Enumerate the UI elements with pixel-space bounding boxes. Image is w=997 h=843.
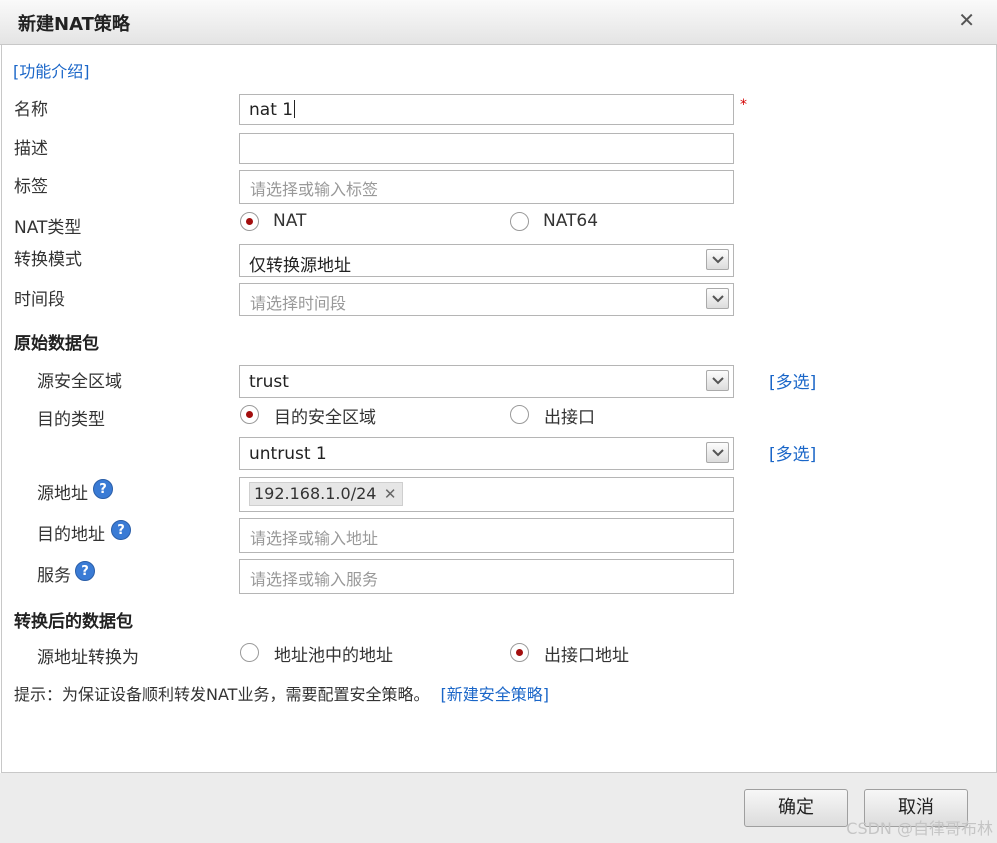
tag-placeholder: 请选择或输入标签 [250,180,379,199]
chevron-down-icon[interactable] [706,370,729,391]
chevron-down-icon[interactable] [706,442,729,463]
mode-value: 仅转换源地址 [249,256,351,276]
destination-address-label: 目的地址 [37,525,105,545]
source-zone-select[interactable]: trust [239,365,734,398]
remove-tag-icon[interactable]: ✕ [384,483,397,505]
hint-message: 提示：为保证设备顺利转发NAT业务，需要配置安全策略。 [14,685,430,704]
service-input[interactable]: 请选择或输入服务 [239,559,734,594]
source-zone-value: trust [249,372,289,392]
text-cursor [294,100,296,118]
service-placeholder: 请选择或输入服务 [250,570,379,589]
source-translation-label: 源地址转换为 [37,648,139,668]
time-range-label: 时间段 [14,290,65,310]
destination-type-option-interface: 出接口 [544,408,595,428]
description-input[interactable] [239,133,734,164]
nat-type-option-nat64: NAT64 [543,211,599,231]
destination-zone-select[interactable]: untrust 1 [239,437,734,470]
help-icon[interactable]: ? [111,520,131,540]
source-zone-label: 源安全区域 [37,372,122,392]
description-label: 描述 [14,139,48,159]
dialog-footer: 确定 取消 CSDN @自律哥布林 [0,773,997,843]
hint-text: 提示：为保证设备顺利转发NAT业务，需要配置安全策略。 [新建安全策略] [14,681,549,705]
source-zone-multi-select-link[interactable]: [多选] [769,368,816,393]
service-label: 服务 [37,566,71,586]
source-translation-option-interface: 出接口地址 [544,646,629,666]
nat-type-radio-nat64[interactable] [510,212,529,231]
name-input[interactable]: nat 1 [239,94,734,125]
mode-select[interactable]: 仅转换源地址 [239,244,734,277]
source-address-input[interactable]: 192.168.1.0/24 ✕ [239,477,734,512]
destination-type-option-zone: 目的安全区域 [274,408,376,428]
time-range-placeholder: 请选择时间段 [250,294,347,313]
original-packet-section-title: 原始数据包 [14,334,99,354]
source-translation-radio-interface[interactable] [510,643,529,662]
name-label: 名称 [14,100,48,120]
source-address-tag-value: 192.168.1.0/24 [254,484,377,503]
destination-zone-value: untrust 1 [249,444,327,464]
help-icon[interactable]: ? [75,561,95,581]
destination-type-label: 目的类型 [37,410,105,430]
destination-address-placeholder: 请选择或输入地址 [250,529,379,548]
name-value: nat 1 [249,100,294,120]
source-translation-radio-pool[interactable] [240,643,259,662]
dialog-titlebar: 新建NAT策略 ✕ [0,0,997,45]
watermark: CSDN @自律哥布林 [846,819,993,838]
tag-input[interactable]: 请选择或输入标签 [239,170,734,204]
tag-label: 标签 [14,177,48,197]
source-address-tag: 192.168.1.0/24 ✕ [249,482,404,506]
mode-label: 转换模式 [14,250,82,270]
source-address-label: 源地址 [37,484,88,504]
time-range-select[interactable]: 请选择时间段 [239,283,734,316]
nat-type-label: NAT类型 [14,218,82,238]
close-icon[interactable]: ✕ [958,8,975,32]
nat-type-option-nat: NAT [273,211,307,231]
destination-zone-multi-select-link[interactable]: [多选] [769,440,816,465]
chevron-down-icon[interactable] [706,249,729,270]
dialog-body: [功能介绍] 名称 nat 1 * 描述 标签 请选择或输入标签 NAT类型 N… [1,45,997,773]
help-icon[interactable]: ? [93,479,113,499]
nat-type-radio-nat[interactable] [240,212,259,231]
source-translation-option-pool: 地址池中的地址 [274,646,393,666]
required-mark: * [740,97,747,113]
new-security-policy-link[interactable]: [新建安全策略] [441,685,550,704]
translated-packet-section-title: 转换后的数据包 [14,612,133,632]
new-nat-policy-dialog: 新建NAT策略 ✕ [功能介绍] 名称 nat 1 * 描述 标签 请选择或输入… [0,0,997,843]
dialog-title: 新建NAT策略 [18,14,130,35]
chevron-down-icon[interactable] [706,288,729,309]
destination-address-input[interactable]: 请选择或输入地址 [239,518,734,553]
feature-intro-link[interactable]: [功能介绍] [13,58,90,82]
ok-button[interactable]: 确定 [744,789,848,827]
destination-type-radio-interface[interactable] [510,405,529,424]
destination-type-radio-zone[interactable] [240,405,259,424]
